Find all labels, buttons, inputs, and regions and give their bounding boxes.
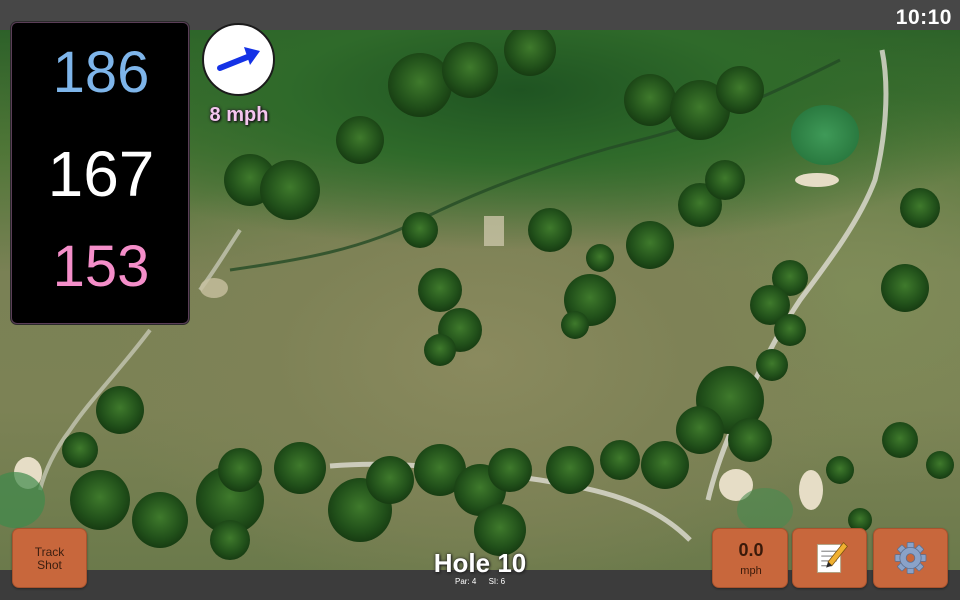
memo-icon <box>816 541 848 573</box>
hole-title: Hole 10 <box>433 548 527 578</box>
speed-unit: mph <box>740 565 762 577</box>
speed-value: 0.0 <box>738 540 764 560</box>
hole-info: Par: 4 SI: 6 <box>380 577 580 586</box>
settings-button[interactable] <box>873 528 948 588</box>
back-distance: 186 <box>52 40 150 105</box>
scorecard-notes-button[interactable] <box>792 528 867 588</box>
wind-speed: 8 mph <box>209 104 269 126</box>
middle-distance: 167 <box>47 138 155 210</box>
wind-direction-arrow-icon <box>217 47 260 71</box>
track-shot-label-line2: Shot <box>37 558 62 572</box>
track-shot-button[interactable]: Track Shot <box>12 528 87 588</box>
stroke-index-label: SI: 6 <box>488 577 506 586</box>
wind-indicator <box>202 23 275 96</box>
distance-panel: 186 167 153 <box>11 22 189 324</box>
front-distance: 153 <box>52 234 150 299</box>
gear-icon <box>894 542 927 574</box>
clock: 10:10 <box>895 6 952 29</box>
par-label: Par: 4 <box>454 577 477 586</box>
speed-button[interactable]: 0.0 mph <box>712 528 788 588</box>
